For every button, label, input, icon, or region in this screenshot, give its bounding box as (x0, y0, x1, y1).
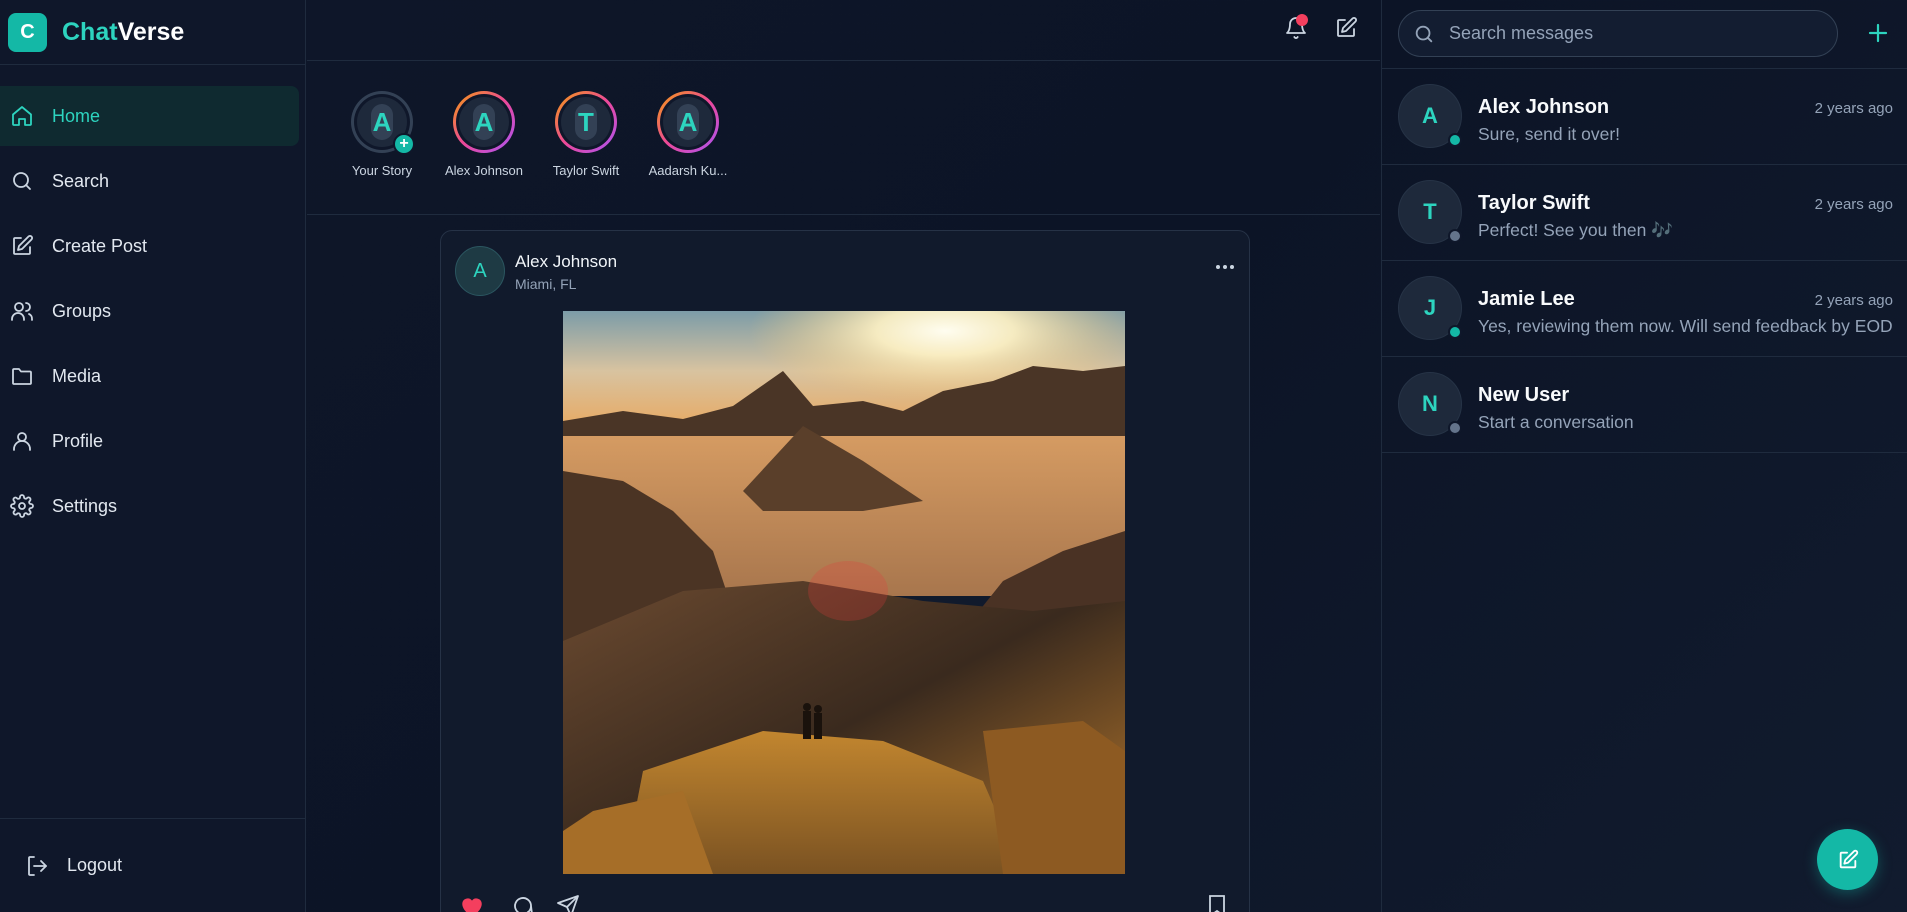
sidebar-item-create-post[interactable]: Create Post (0, 216, 299, 276)
users-icon (10, 299, 34, 323)
gear-icon (10, 494, 34, 518)
logout-button[interactable]: Logout (0, 818, 306, 912)
compose-icon[interactable] (1334, 16, 1358, 40)
story-alex-johnson[interactable]: A Alex Johnson (434, 91, 534, 214)
post-location: Miami, FL (515, 276, 577, 292)
add-story-icon[interactable]: + (393, 133, 415, 155)
sidebar-item-home[interactable]: Home (0, 86, 299, 146)
story-ring: A + (351, 91, 415, 155)
avatar[interactable]: A (455, 246, 505, 296)
sidebar-item-media[interactable]: Media (0, 346, 299, 406)
new-chat-plus-icon[interactable] (1866, 21, 1890, 45)
search-messages[interactable] (1398, 10, 1838, 57)
post-author[interactable]: Alex Johnson (515, 252, 617, 272)
home-icon (10, 104, 34, 128)
search-icon (1413, 23, 1435, 45)
sidebar-item-label: Search (52, 170, 110, 191)
sidebar-item-label: Media (52, 365, 102, 386)
sidebar-item-label: Create Post (52, 235, 148, 256)
user-icon (10, 429, 34, 453)
compose-message-button[interactable] (1817, 829, 1878, 890)
bookmark-icon[interactable] (1207, 894, 1227, 912)
sidebar-item-search[interactable]: Search (0, 151, 299, 211)
post-card: A Alex Johnson Miami, FL (440, 230, 1250, 912)
sidebar-item-groups[interactable]: Groups (0, 281, 299, 341)
comment-icon[interactable] (511, 894, 535, 912)
notification-badge (1296, 14, 1308, 26)
sidebar-item-label: Profile (52, 430, 104, 451)
conversation-name: Taylor Swift (1478, 192, 1590, 214)
online-status-dot (1448, 133, 1462, 147)
story-aadarsh[interactable]: A Aadarsh Ku... (638, 91, 738, 214)
heart-icon[interactable] (459, 894, 485, 912)
conversation-item[interactable]: J Jamie Lee 2 years ago Yes, reviewing t… (1382, 261, 1907, 357)
conversation-preview: Perfect! See you then 🎶 (1478, 220, 1673, 240)
sidebar-item-settings[interactable]: Settings (0, 476, 299, 536)
conversation-name: Jamie Lee (1478, 288, 1575, 310)
offline-status-dot (1448, 421, 1462, 435)
conversation-time: 2 years ago (1814, 292, 1893, 309)
conversation-time: 2 years ago (1814, 100, 1893, 117)
avatar: T (561, 97, 611, 147)
brand[interactable]: C ChatVerse (0, 0, 305, 65)
sidebar-item-label: Groups (52, 300, 112, 321)
conversation-item[interactable]: N New User Start a conversation (1382, 357, 1907, 453)
conversation-item[interactable]: T Taylor Swift 2 years ago Perfect! See … (1382, 165, 1907, 261)
conversation-preview: Sure, send it over! (1478, 124, 1621, 144)
main-nav: Home Search Create Post Groups Media Pro… (0, 65, 305, 536)
online-status-dot (1448, 325, 1462, 339)
search-input[interactable] (1449, 23, 1809, 44)
folder-icon (10, 364, 34, 388)
conversation-name: New User (1478, 384, 1570, 406)
messages-panel: A Alex Johnson 2 years ago Sure, send it… (1381, 0, 1907, 912)
sidebar-item-label: Home (52, 105, 101, 126)
post-actions (441, 894, 1249, 912)
post-header: A Alex Johnson Miami, FL (441, 231, 1249, 311)
story-name: Your Story (351, 163, 413, 178)
messages-header (1382, 0, 1907, 69)
avatar: A (459, 97, 509, 147)
brand-name: ChatVerse (62, 17, 185, 46)
avatar: A (663, 97, 713, 147)
search-icon (10, 169, 34, 193)
story-name: Alex Johnson (444, 163, 524, 178)
sidebar-item-label: Settings (52, 495, 118, 516)
conversation-name: Alex Johnson (1478, 96, 1610, 118)
brand-logo: C (8, 12, 47, 52)
sidebar: C ChatVerse Home Search Create Post Grou… (0, 0, 306, 912)
share-icon[interactable] (555, 894, 581, 912)
stories-bar: A + Your Story A Alex Johnson T Taylor S… (307, 61, 1380, 215)
story-ring: T (555, 91, 617, 153)
sidebar-item-profile[interactable]: Profile (0, 411, 299, 471)
top-bar (307, 0, 1380, 61)
offline-status-dot (1448, 229, 1462, 243)
conversation-item[interactable]: A Alex Johnson 2 years ago Sure, send it… (1382, 69, 1907, 165)
feed: A + Your Story A Alex Johnson T Taylor S… (307, 0, 1380, 912)
conversation-time: 2 years ago (1814, 196, 1893, 213)
conversation-preview: Start a conversation (1478, 412, 1634, 432)
story-name: Aadarsh Ku... (648, 163, 728, 178)
logout-icon (25, 854, 49, 878)
more-options-icon[interactable] (1213, 263, 1237, 271)
story-taylor-swift[interactable]: T Taylor Swift (536, 91, 636, 214)
conversation-preview: Yes, reviewing them now. Will send feedb… (1478, 316, 1893, 336)
story-ring: A (657, 91, 719, 153)
story-your-story[interactable]: A + Your Story (332, 91, 432, 214)
logout-label: Logout (67, 855, 123, 875)
edit-icon (10, 234, 34, 258)
post-image[interactable] (563, 311, 1125, 874)
edit-icon (1837, 849, 1859, 871)
story-ring: A (453, 91, 515, 153)
story-name: Taylor Swift (552, 163, 620, 178)
